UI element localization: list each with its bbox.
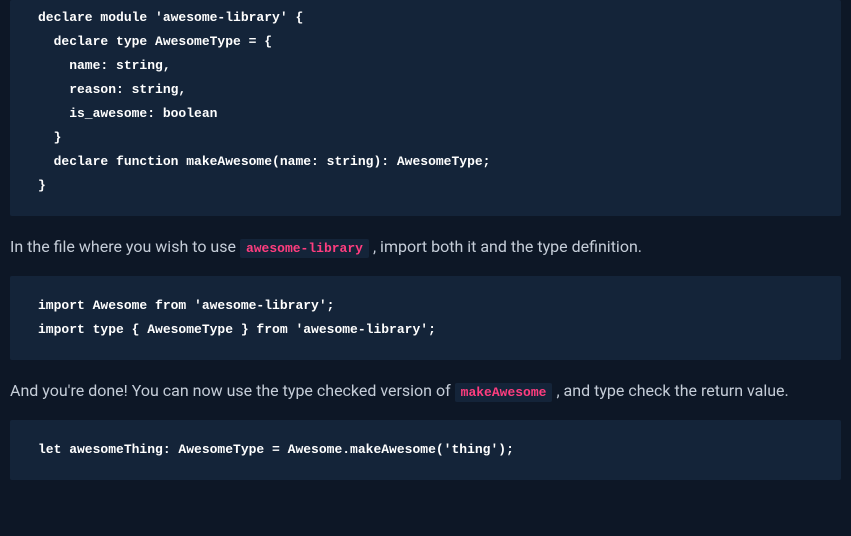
text-fragment: In the file where you wish to use <box>10 237 240 256</box>
inline-code-makeawesome: makeAwesome <box>455 383 553 402</box>
text-fragment: , and type check the return value. <box>556 381 788 400</box>
code-block-declare: declare module 'awesome-library' { decla… <box>10 0 841 216</box>
paragraph-import-instruction: In the file where you wish to use awesom… <box>10 234 841 260</box>
code-block-import: import Awesome from 'awesome-library'; i… <box>10 276 841 360</box>
code-block-usage: let awesomeThing: AwesomeType = Awesome.… <box>10 420 841 480</box>
text-fragment: , import both it and the type definition… <box>373 237 642 256</box>
text-fragment: And you're done! You can now use the typ… <box>10 381 455 400</box>
paragraph-done: And you're done! You can now use the typ… <box>10 378 841 404</box>
inline-code-awesome-library: awesome-library <box>240 239 369 258</box>
